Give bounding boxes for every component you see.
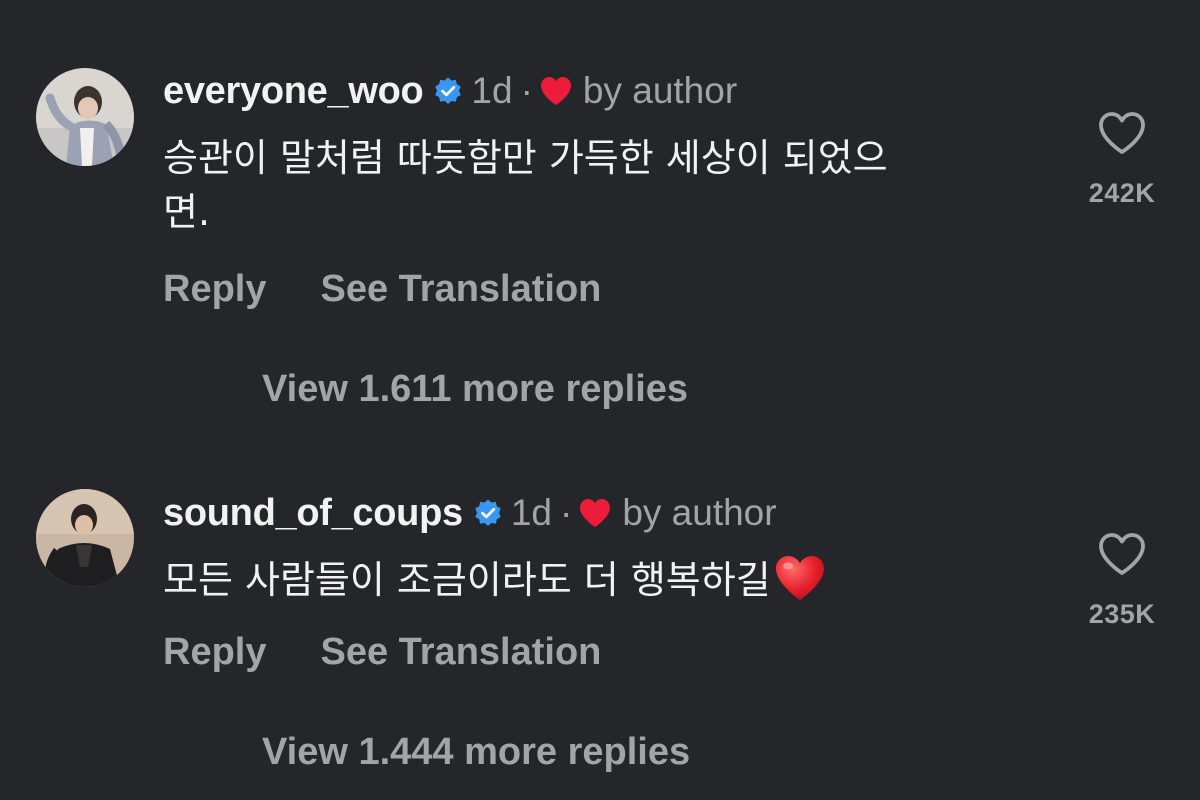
like-count: 242K bbox=[1088, 178, 1156, 208]
heart-outline-icon[interactable] bbox=[1097, 110, 1147, 156]
comment-text: 승관이 말처럼 따듯함만 가득한 세상이 되었으 면. bbox=[163, 131, 1043, 239]
heart-icon bbox=[580, 499, 611, 527]
view-replies-button[interactable]: View 1.444 more replies bbox=[262, 731, 690, 774]
comment-actions: Reply See Translation bbox=[163, 268, 601, 311]
username[interactable]: everyone_woo bbox=[163, 70, 424, 113]
comment-text-line: 면. bbox=[163, 190, 211, 234]
reply-button[interactable]: Reply bbox=[163, 268, 266, 311]
username[interactable]: sound_of_coups bbox=[163, 492, 463, 535]
separator-dot: · bbox=[520, 70, 533, 111]
comment-header: everyone_woo 1d · by author bbox=[163, 66, 737, 116]
comment-actions: Reply See Translation bbox=[163, 631, 601, 674]
avatar[interactable] bbox=[36, 489, 134, 587]
comment-time: 1d bbox=[471, 70, 513, 111]
avatar[interactable] bbox=[36, 68, 134, 166]
comment-text-line: 모든 사람들이 조금이라도 더 행복하길 bbox=[163, 558, 771, 602]
verified-badge-icon bbox=[435, 77, 462, 105]
view-replies-button[interactable]: View 1.611 more replies bbox=[262, 368, 688, 411]
see-translation-button[interactable]: See Translation bbox=[320, 268, 601, 311]
see-translation-button[interactable]: See Translation bbox=[320, 631, 601, 674]
separator-dot: · bbox=[559, 492, 573, 533]
liked-by-author-label: by author bbox=[582, 70, 738, 111]
verified-badge-icon bbox=[475, 499, 501, 527]
comments-screen: everyone_woo 1d · by author 승관이 말처럼 따듯함만… bbox=[0, 0, 1200, 800]
liked-by-author-label: by author bbox=[622, 492, 777, 533]
comment-text-line: 승관이 말처럼 따듯함만 가득한 세상이 되었으 bbox=[163, 136, 888, 180]
like-count: 235K bbox=[1088, 599, 1156, 629]
like-control: 235K bbox=[1082, 531, 1162, 630]
heart-outline-icon[interactable] bbox=[1097, 531, 1147, 577]
like-control: 242K bbox=[1082, 110, 1162, 209]
comment-header: sound_of_coups 1d · by author bbox=[163, 488, 777, 538]
heart-icon bbox=[540, 77, 571, 105]
reply-button[interactable]: Reply bbox=[163, 631, 266, 674]
comment-time: 1d bbox=[510, 492, 552, 533]
comment-text: 모든 사람들이 조금이라도 더 행복하길 bbox=[163, 553, 1043, 607]
red-heart-emoji-icon bbox=[775, 556, 824, 600]
